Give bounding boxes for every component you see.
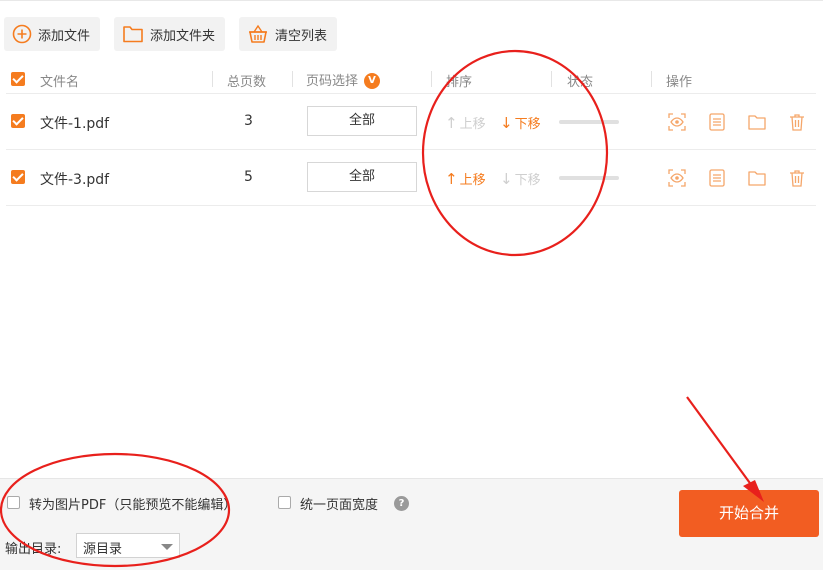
page-range-input[interactable]: 全部 bbox=[307, 106, 417, 136]
chevron-down-icon bbox=[161, 544, 173, 550]
move-up-button[interactable]: ↑ 上移 bbox=[445, 113, 486, 133]
clear-list-button[interactable]: 清空列表 bbox=[239, 17, 338, 51]
move-down-label: 下移 bbox=[514, 173, 541, 188]
row-checkbox[interactable] bbox=[11, 170, 25, 184]
move-down-button[interactable]: ↓ 下移 bbox=[500, 169, 541, 189]
arrow-up-icon: ↑ bbox=[445, 169, 458, 188]
add-folder-label: 添加文件夹 bbox=[150, 28, 216, 44]
page-select-dropdown-icon[interactable]: V bbox=[364, 72, 381, 89]
open-folder-icon[interactable] bbox=[747, 112, 767, 132]
header-total-pages: 总页数 bbox=[227, 75, 267, 90]
move-up-button[interactable]: ↑ 上移 bbox=[445, 169, 486, 189]
image-pdf-checkbox[interactable] bbox=[7, 496, 20, 509]
output-dir-label: 输出目录: bbox=[5, 542, 62, 557]
trash-icon[interactable] bbox=[787, 112, 807, 132]
basket-icon bbox=[249, 24, 267, 43]
select-all-checkbox[interactable] bbox=[11, 72, 25, 86]
add-file-label: 添加文件 bbox=[38, 28, 91, 44]
annotation-arrow-line bbox=[686, 396, 756, 491]
status-progress-bar bbox=[559, 176, 619, 180]
header-file-name: 文件名 bbox=[40, 75, 80, 90]
output-dir-select[interactable]: 源目录 bbox=[76, 533, 180, 558]
folder-icon bbox=[123, 26, 143, 43]
page-count: 5 bbox=[244, 169, 253, 185]
clear-list-label: 清空列表 bbox=[275, 28, 328, 44]
move-down-label: 下移 bbox=[514, 117, 541, 132]
arrow-down-icon: ↓ bbox=[500, 113, 513, 132]
move-down-button[interactable]: ↓ 下移 bbox=[500, 113, 541, 133]
footer-panel: 转为图片PDF（只能预览不能编辑） 统一页面宽度 ? 输出目录: 源目录 开始合… bbox=[0, 478, 823, 570]
trash-icon[interactable] bbox=[787, 168, 807, 188]
help-icon[interactable]: ? bbox=[394, 496, 409, 511]
header-sort: 排序 bbox=[446, 75, 473, 90]
move-up-label: 上移 bbox=[459, 173, 486, 188]
status-progress-bar bbox=[559, 120, 619, 124]
header-page-select-label: 页码选择 bbox=[306, 74, 359, 89]
document-icon[interactable] bbox=[707, 112, 727, 132]
move-up-label: 上移 bbox=[459, 117, 486, 132]
arrow-up-icon: ↑ bbox=[445, 113, 458, 132]
header-status: 状态 bbox=[567, 75, 594, 90]
add-folder-button[interactable]: 添加文件夹 bbox=[114, 17, 226, 51]
file-name: 文件-1.pdf bbox=[40, 116, 110, 132]
page-count: 3 bbox=[244, 113, 253, 129]
toolbar: 添加文件 添加文件夹 清空列表 bbox=[0, 0, 823, 62]
table-row: 文件-3.pdf 5 全部 ↑ 上移 ↓ 下移 bbox=[6, 150, 816, 206]
row-checkbox[interactable] bbox=[11, 114, 25, 128]
document-icon[interactable] bbox=[707, 168, 727, 188]
add-circle-icon bbox=[12, 24, 32, 44]
file-name: 文件-3.pdf bbox=[40, 172, 110, 188]
table-row: 文件-1.pdf 3 全部 ↑ 上移 ↓ 下移 bbox=[6, 94, 816, 150]
header-actions: 操作 bbox=[666, 75, 693, 90]
preview-icon[interactable] bbox=[667, 112, 687, 132]
arrow-down-icon: ↓ bbox=[500, 169, 513, 188]
preview-icon[interactable] bbox=[667, 168, 687, 188]
header-page-select: 页码选择 V bbox=[306, 70, 381, 90]
output-dir-value: 源目录 bbox=[83, 542, 123, 557]
uniform-width-checkbox[interactable] bbox=[278, 496, 291, 509]
page-range-input[interactable]: 全部 bbox=[307, 162, 417, 192]
start-merge-button[interactable]: 开始合并 bbox=[679, 490, 819, 537]
table-header: 文件名 总页数 页码选择 V 排序 状态 操作 bbox=[6, 64, 816, 94]
uniform-width-label: 统一页面宽度 bbox=[300, 498, 379, 513]
image-pdf-label: 转为图片PDF（只能预览不能编辑） bbox=[29, 498, 237, 513]
open-folder-icon[interactable] bbox=[747, 168, 767, 188]
add-file-button[interactable]: 添加文件 bbox=[4, 17, 101, 51]
